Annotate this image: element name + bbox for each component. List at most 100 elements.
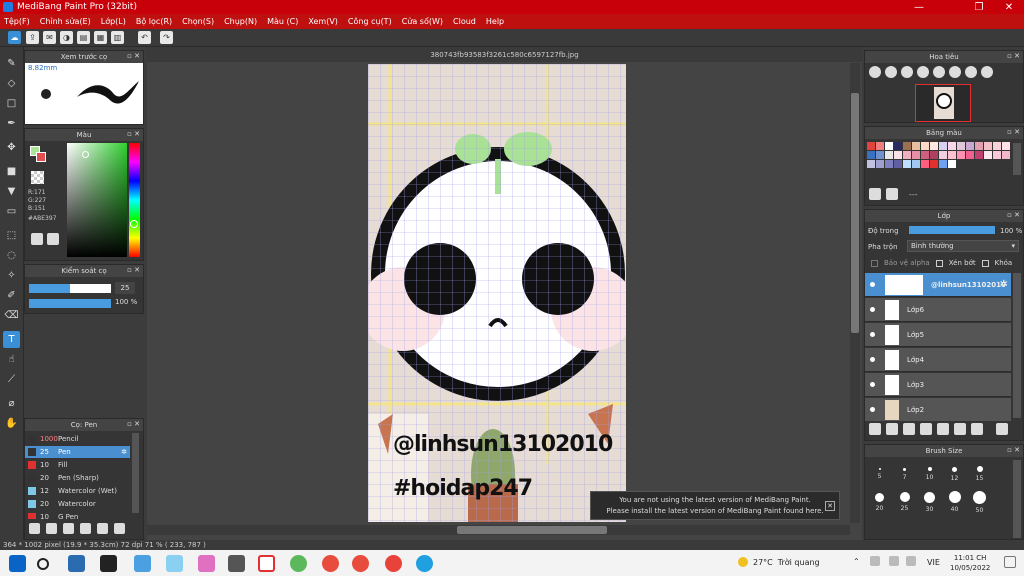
select-pen-icon[interactable]: ✐ xyxy=(3,287,20,304)
eyedropper-icon[interactable]: ⌀ xyxy=(3,395,20,412)
hue-handle[interactable] xyxy=(130,220,138,228)
horizontal-scrollbar[interactable] xyxy=(147,525,850,535)
gear-icon[interactable]: ✲ xyxy=(1000,279,1008,290)
document-tab[interactable]: 380743fb93583f3261c580c6597127fb.jpg xyxy=(147,47,862,62)
tray-chevron-icon[interactable]: ⌃ xyxy=(853,557,860,566)
palette-swatch[interactable] xyxy=(921,142,929,150)
close-icon[interactable]: ▫ ✕ xyxy=(1007,211,1020,219)
tone-icon[interactable]: ◑ xyxy=(60,31,73,44)
magic-wand-icon[interactable]: ✧ xyxy=(3,267,20,284)
merge-layer-icon[interactable] xyxy=(971,423,983,435)
close-icon[interactable]: ▫ ✕ xyxy=(127,420,140,428)
layer-opacity-slider[interactable] xyxy=(909,226,995,234)
palette-swatch[interactable] xyxy=(903,160,911,168)
brush-size-option[interactable]: 30 xyxy=(917,488,942,516)
palette-swatch[interactable] xyxy=(984,151,992,159)
palette-swatch[interactable] xyxy=(894,151,902,159)
rotate-right-icon[interactable] xyxy=(965,66,977,78)
restore-button[interactable]: ❐ xyxy=(964,0,994,14)
chrome-2-icon[interactable] xyxy=(352,555,369,572)
gradient-tool-icon[interactable]: ▭ xyxy=(3,203,20,220)
menu-help[interactable]: Help xyxy=(486,17,504,26)
palette-swatch[interactable] xyxy=(912,160,920,168)
notification-icon[interactable] xyxy=(1004,556,1016,568)
palette-swatch[interactable] xyxy=(948,142,956,150)
brush-size-scrollbar[interactable] xyxy=(1013,460,1021,538)
menu-layer[interactable]: Lớp(L) xyxy=(101,17,126,26)
notice-close-icon[interactable]: ✕ xyxy=(825,501,835,511)
palette-swatch[interactable] xyxy=(912,151,920,159)
volume-icon[interactable] xyxy=(906,556,916,566)
brush-menu-icon[interactable] xyxy=(63,522,74,534)
capcut-icon[interactable] xyxy=(100,555,117,572)
brush-settings-icon[interactable] xyxy=(29,522,40,534)
gear-icon[interactable]: ✲ xyxy=(121,448,127,456)
shape-tool-icon[interactable]: ■ xyxy=(3,163,20,180)
minimize-button[interactable]: — xyxy=(904,0,934,14)
layer-row[interactable]: Lớp6 xyxy=(865,298,1011,322)
grid-icon[interactable]: ▥ xyxy=(111,31,124,44)
new-8bit-layer-icon[interactable] xyxy=(903,423,915,435)
app-1-icon[interactable] xyxy=(68,555,85,572)
eraser-tool-icon[interactable]: ◇ xyxy=(3,75,20,92)
palette-swatch[interactable] xyxy=(939,160,947,168)
palette-swatch[interactable] xyxy=(1002,142,1010,150)
brush-list-item[interactable]: 12 Watercolor (Wet) xyxy=(25,485,130,497)
app-9-icon[interactable] xyxy=(385,555,402,572)
hand-tool-icon[interactable]: ✋ xyxy=(3,415,20,432)
brush-list-item[interactable]: 20 Watercolor xyxy=(25,498,130,510)
eye-icon[interactable] xyxy=(870,282,875,287)
palette-swatch[interactable] xyxy=(993,151,1001,159)
lock-checkbox[interactable] xyxy=(981,259,989,267)
new-halftone-layer-icon[interactable] xyxy=(886,423,898,435)
palette-swatch[interactable] xyxy=(867,151,875,159)
brush-size-option[interactable]: 40 xyxy=(942,488,967,516)
app-7-icon[interactable] xyxy=(290,555,307,572)
palette-swatch[interactable] xyxy=(894,142,902,150)
palette-swatch[interactable] xyxy=(984,142,992,150)
eye-icon[interactable] xyxy=(870,407,875,412)
delete-palette-icon[interactable] xyxy=(886,188,898,200)
palette-swatch[interactable] xyxy=(867,160,875,168)
redo-icon[interactable]: ↷ xyxy=(160,31,173,44)
palette-swatch[interactable] xyxy=(930,160,938,168)
menu-window[interactable]: Cửa số(W) xyxy=(402,17,443,26)
artwork-canvas[interactable]: @linhsun13102010 #hoidap247 xyxy=(368,64,626,522)
menu-view[interactable]: Xem(V) xyxy=(308,17,338,26)
palette-swatch[interactable] xyxy=(957,151,965,159)
brush-size-slider[interactable] xyxy=(29,284,111,293)
brush-list-item[interactable]: 1000 Pencil xyxy=(25,433,130,445)
brush-size-option[interactable]: 10 xyxy=(917,460,942,488)
weather-widget[interactable]: 27°C Trời quang xyxy=(738,557,820,567)
cloud-icon[interactable]: ☁ xyxy=(8,31,21,44)
rotate-left-icon[interactable] xyxy=(933,66,945,78)
camera-icon[interactable] xyxy=(228,555,245,572)
comment-icon[interactable]: ✉ xyxy=(43,31,56,44)
select-eraser-icon[interactable]: ⌫ xyxy=(3,307,20,324)
select-tool-icon[interactable]: ⬚ xyxy=(3,227,20,244)
palette-swatch[interactable] xyxy=(930,142,938,150)
edge-icon[interactable] xyxy=(416,555,433,572)
app-3-icon[interactable] xyxy=(134,555,151,572)
layer-row[interactable]: Lớp3 xyxy=(865,373,1011,397)
palette-swatch[interactable] xyxy=(903,151,911,159)
zoom-out-icon[interactable] xyxy=(885,66,897,78)
menu-filter[interactable]: Bộ lọc(R) xyxy=(136,17,172,26)
palette-swatch[interactable] xyxy=(966,151,974,159)
vertical-scrollbar[interactable] xyxy=(850,63,860,523)
protect-alpha-checkbox[interactable] xyxy=(871,259,878,267)
color-mode-icon[interactable] xyxy=(47,233,59,245)
close-button[interactable]: ✕ xyxy=(994,0,1024,14)
app-4-icon[interactable] xyxy=(166,555,183,572)
menu-color[interactable]: Màu (C) xyxy=(267,17,298,26)
palette-swatch[interactable] xyxy=(885,151,893,159)
palette-swatch[interactable] xyxy=(957,142,965,150)
palette-swatch[interactable] xyxy=(894,160,902,168)
brush-size-option[interactable]: 7 xyxy=(892,460,917,488)
close-icon[interactable]: ▫ ✕ xyxy=(127,130,140,138)
undo-icon[interactable]: ↶ xyxy=(138,31,151,44)
brush-tool-icon[interactable]: ✎ xyxy=(3,55,20,72)
fit-icon[interactable] xyxy=(901,66,913,78)
layer-row[interactable]: Lớp4 xyxy=(865,348,1011,372)
close-icon[interactable]: ▫ ✕ xyxy=(127,52,140,60)
